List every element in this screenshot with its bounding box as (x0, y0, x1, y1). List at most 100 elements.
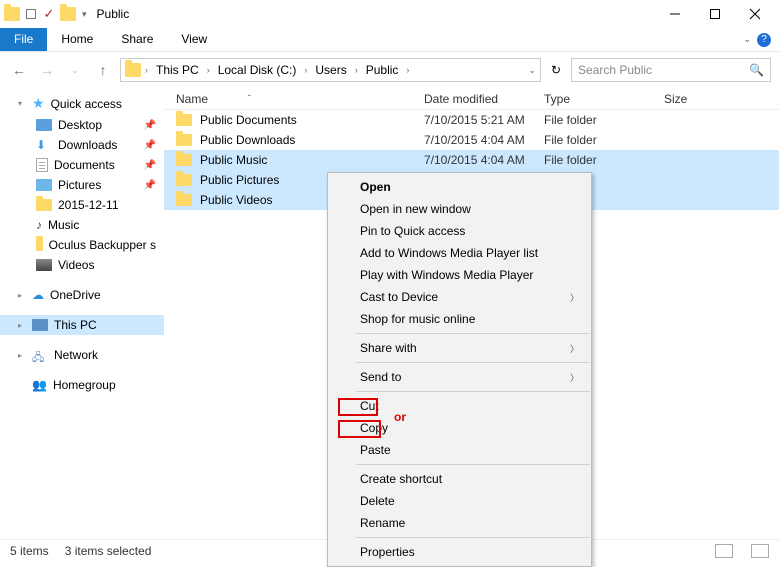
documents-icon (36, 158, 48, 172)
cm-pin-quick-access[interactable]: Pin to Quick access (328, 220, 591, 242)
cm-paste[interactable]: Paste (328, 439, 591, 461)
folder-icon (36, 239, 43, 251)
cm-cut[interactable]: Cut (328, 395, 591, 417)
maximize-button[interactable] (695, 1, 735, 27)
qat-dropdown[interactable]: ▾ (80, 9, 87, 20)
file-type: File folder (544, 133, 664, 147)
back-button[interactable]: ← (8, 62, 30, 78)
cm-share-with[interactable]: Share with〉 (328, 337, 591, 359)
folder-icon (176, 114, 192, 126)
qat-check-icon[interactable]: ✓ (42, 7, 56, 21)
search-input[interactable]: Search Public 🔍 (571, 58, 771, 82)
cm-properties[interactable]: Properties (328, 541, 591, 563)
address-bar[interactable]: › This PC › Local Disk (C:) › Users › Pu… (120, 58, 541, 82)
crumb-1[interactable]: Local Disk (C:) (214, 61, 301, 79)
address-folder-icon (125, 63, 141, 77)
refresh-button[interactable]: ↻ (547, 61, 565, 79)
chevron-right-icon[interactable]: › (143, 65, 150, 75)
tab-share[interactable]: Share (107, 28, 167, 51)
ribbon-expand-icon[interactable]: ⌄ (743, 34, 751, 45)
column-size[interactable]: Size (664, 92, 744, 106)
sidebar-videos[interactable]: Videos (0, 255, 164, 275)
submenu-arrow-icon: 〉 (570, 291, 579, 304)
pin-icon: 📌 (144, 180, 156, 191)
chevron-right-icon[interactable]: › (205, 65, 212, 75)
menu-separator (356, 362, 590, 363)
cm-play-wmp[interactable]: Play with Windows Media Player (328, 264, 591, 286)
folder-icon (176, 154, 192, 166)
minimize-button[interactable] (655, 1, 695, 27)
status-item-count: 5 items (10, 544, 49, 558)
cm-open-new-window[interactable]: Open in new window (328, 198, 591, 220)
chevron-right-icon[interactable]: › (302, 65, 309, 75)
navigation-pane: ▾★Quick access Desktop📌 Downloads📌 Docum… (0, 88, 164, 539)
sidebar-music[interactable]: ♪Music (0, 215, 164, 235)
sidebar-quick-access[interactable]: ▾★Quick access (0, 92, 164, 115)
up-button[interactable]: ↑ (92, 62, 114, 78)
menu-separator (356, 464, 590, 465)
downloads-icon (36, 138, 52, 152)
address-dropdown[interactable]: ⌄ (528, 65, 536, 76)
menu-separator (356, 537, 590, 538)
tab-home[interactable]: Home (47, 28, 107, 51)
cm-cast-to-device[interactable]: Cast to Device〉 (328, 286, 591, 308)
chevron-right-icon[interactable]: › (353, 65, 360, 75)
nav-bar: ← → ⌄ ↑ › This PC › Local Disk (C:) › Us… (0, 52, 779, 88)
sidebar-date-folder[interactable]: 2015-12-11 (0, 195, 164, 215)
window-title: Public (97, 7, 130, 21)
file-date: 7/10/2015 4:04 AM (424, 133, 544, 147)
app-folder-icon (4, 7, 20, 21)
pin-icon: 📌 (144, 160, 156, 171)
pin-icon: 📌 (144, 120, 156, 131)
cm-add-wmp-list[interactable]: Add to Windows Media Player list (328, 242, 591, 264)
sidebar-documents[interactable]: Documents📌 (0, 155, 164, 175)
view-details-button[interactable] (715, 544, 733, 558)
crumb-3[interactable]: Public (362, 61, 403, 79)
folder-icon (176, 174, 192, 186)
file-date: 7/10/2015 5:21 AM (424, 113, 544, 127)
qat-properties-icon[interactable] (24, 7, 38, 21)
file-type: File folder (544, 113, 664, 127)
sidebar-homegroup[interactable]: ▸👥Homegroup (0, 375, 164, 395)
cm-open[interactable]: Open (328, 176, 591, 198)
file-name: Public Downloads (200, 133, 295, 147)
cm-delete[interactable]: Delete (328, 490, 591, 512)
menu-separator (356, 391, 590, 392)
title-bar: ✓ ▾ Public (0, 0, 779, 28)
cm-shop-music[interactable]: Shop for music online (328, 308, 591, 330)
column-name[interactable]: Nameˆ (164, 92, 424, 106)
recent-dropdown[interactable]: ⌄ (64, 65, 86, 76)
crumb-2[interactable]: Users (311, 61, 350, 79)
file-row[interactable]: Public Music7/10/2015 4:04 AMFile folder (164, 150, 779, 170)
close-button[interactable] (735, 1, 775, 27)
help-icon[interactable]: ? (757, 33, 771, 47)
folder-icon (176, 134, 192, 146)
cm-create-shortcut[interactable]: Create shortcut (328, 468, 591, 490)
menu-separator (356, 333, 590, 334)
cm-rename[interactable]: Rename (328, 512, 591, 534)
sidebar-network[interactable]: ▸Network (0, 345, 164, 365)
sidebar-this-pc[interactable]: ▸This PC (0, 315, 164, 335)
forward-button[interactable]: → (36, 62, 58, 78)
file-row[interactable]: Public Documents7/10/2015 5:21 AMFile fo… (164, 110, 779, 130)
sidebar-desktop[interactable]: Desktop📌 (0, 115, 164, 135)
file-row[interactable]: Public Downloads 7/10/2015 4:04 AMFile fo… (164, 130, 779, 150)
chevron-right-icon[interactable]: › (404, 65, 411, 75)
file-name: Public Pictures (200, 173, 279, 187)
sidebar-oculus[interactable]: Oculus Backupper s (0, 235, 164, 255)
search-icon[interactable]: 🔍 (749, 63, 764, 77)
sidebar-onedrive[interactable]: ▸☁OneDrive (0, 285, 164, 305)
folder-icon (176, 194, 192, 206)
crumb-0[interactable]: This PC (152, 61, 203, 79)
sidebar-pictures[interactable]: Pictures📌 (0, 175, 164, 195)
view-large-button[interactable] (751, 544, 769, 558)
cm-copy[interactable]: Copy (328, 417, 591, 439)
column-date[interactable]: Date modified (424, 92, 544, 106)
qat-folder-icon[interactable] (60, 7, 76, 21)
sidebar-downloads[interactable]: Downloads📌 (0, 135, 164, 155)
column-type[interactable]: Type (544, 92, 664, 106)
cm-send-to[interactable]: Send to〉 (328, 366, 591, 388)
submenu-arrow-icon: 〉 (570, 342, 579, 355)
tab-view[interactable]: View (167, 28, 221, 51)
tab-file[interactable]: File (0, 28, 47, 51)
